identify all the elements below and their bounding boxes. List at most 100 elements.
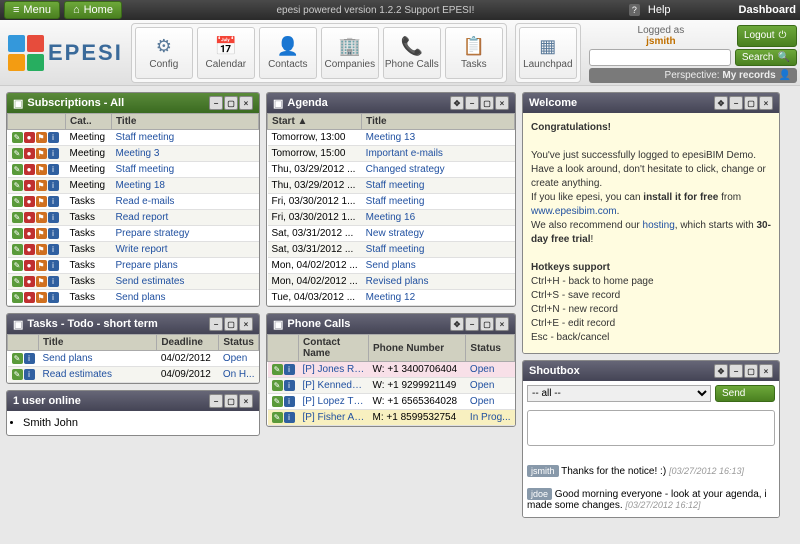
info-icon[interactable]: i	[48, 132, 59, 143]
logout-button[interactable]: Logout ⏻	[737, 25, 797, 47]
minimize-icon[interactable]: −	[209, 96, 223, 110]
delete-icon[interactable]: ●	[24, 260, 35, 271]
view-icon[interactable]: ✎	[12, 212, 23, 223]
table-row[interactable]: ✎●⚑iTasksRead report	[8, 210, 259, 226]
info-icon[interactable]: i	[48, 276, 59, 287]
table-row[interactable]: Sat, 03/31/2012 ...Staff meeting	[268, 242, 515, 258]
fullscreen-icon[interactable]: ▢	[480, 317, 494, 331]
view-icon[interactable]: ✎	[12, 196, 23, 207]
info-icon[interactable]: i	[284, 412, 295, 423]
minimize-icon[interactable]: −	[729, 96, 743, 110]
fullscreen-icon[interactable]: ▢	[224, 394, 238, 408]
table-row[interactable]: Thu, 03/29/2012 ...Staff meeting	[268, 178, 515, 194]
view-icon[interactable]: ✎	[272, 380, 283, 391]
minimize-icon[interactable]: −	[729, 364, 743, 378]
col-contact[interactable]: Contact Name	[299, 335, 369, 362]
flag-icon[interactable]: ⚑	[36, 276, 47, 287]
delete-icon[interactable]: ●	[24, 132, 35, 143]
col-category[interactable]: Cat..	[66, 114, 112, 130]
tool-phone calls[interactable]: 📞Phone Calls	[383, 27, 441, 79]
view-icon[interactable]: ✎	[272, 412, 283, 423]
view-icon[interactable]: ✎	[12, 292, 23, 303]
info-icon[interactable]: i	[48, 196, 59, 207]
close-icon[interactable]: ×	[239, 394, 253, 408]
delete-icon[interactable]: ●	[24, 148, 35, 159]
move-icon[interactable]: ✥	[450, 317, 464, 331]
table-row[interactable]: Tomorrow, 13:00Meeting 13	[268, 130, 515, 146]
shoutbox-send[interactable]: Send	[715, 385, 775, 402]
info-icon[interactable]: i	[24, 369, 35, 380]
col-phone[interactable]: Phone Number	[369, 335, 466, 362]
view-icon[interactable]: ✎	[12, 260, 23, 271]
col-title[interactable]: Title	[112, 114, 259, 130]
help-link[interactable]: Help	[648, 4, 671, 16]
fullscreen-icon[interactable]: ▢	[224, 317, 238, 331]
delete-icon[interactable]: ●	[24, 244, 35, 255]
col-start[interactable]: Start ▲	[268, 114, 362, 130]
table-row[interactable]: Tomorrow, 15:00Important e-mails	[268, 146, 515, 162]
delete-icon[interactable]: ●	[24, 180, 35, 191]
info-icon[interactable]: i	[48, 180, 59, 191]
close-icon[interactable]: ×	[759, 96, 773, 110]
info-icon[interactable]: i	[24, 353, 35, 364]
delete-icon[interactable]: ●	[24, 276, 35, 287]
view-icon[interactable]: ✎	[12, 180, 23, 191]
tool-tasks[interactable]: 📋Tasks	[445, 27, 503, 79]
table-row[interactable]: Fri, 03/30/2012 1...Meeting 16	[268, 210, 515, 226]
table-row[interactable]: Mon, 04/02/2012 ...Send plans	[268, 258, 515, 274]
view-icon[interactable]: ✎	[12, 132, 23, 143]
expand-icon[interactable]: ▣	[13, 97, 23, 110]
flag-icon[interactable]: ⚑	[36, 244, 47, 255]
view-icon[interactable]: ✎	[12, 369, 23, 380]
flag-icon[interactable]: ⚑	[36, 260, 47, 271]
col-status[interactable]: Status	[466, 335, 515, 362]
expand-icon[interactable]: ▣	[13, 318, 23, 331]
table-row[interactable]: Mon, 04/02/2012 ...Revised plans	[268, 274, 515, 290]
close-icon[interactable]: ×	[495, 317, 509, 331]
view-icon[interactable]: ✎	[272, 396, 283, 407]
close-icon[interactable]: ×	[759, 364, 773, 378]
expand-icon[interactable]: ▣	[273, 97, 283, 110]
info-icon[interactable]: i	[48, 244, 59, 255]
info-icon[interactable]: i	[284, 396, 295, 407]
menu-button[interactable]: ≡ Menu	[4, 1, 60, 19]
view-icon[interactable]: ✎	[12, 228, 23, 239]
table-row[interactable]: ✎●⚑iMeetingStaff meeting	[8, 130, 259, 146]
table-row[interactable]: ✎●⚑iTasksSend estimates	[8, 274, 259, 290]
table-row[interactable]: ✎i[P] Fisher Andr...M: +1 8599532754In P…	[268, 410, 515, 426]
table-row[interactable]: ✎●⚑iTasksRead e-mails	[8, 194, 259, 210]
col-title[interactable]: Title	[39, 335, 157, 351]
view-icon[interactable]: ✎	[12, 148, 23, 159]
tool-contacts[interactable]: 👤Contacts	[259, 27, 317, 79]
hosting-link[interactable]: hosting	[643, 220, 675, 231]
view-icon[interactable]: ✎	[12, 276, 23, 287]
fullscreen-icon[interactable]: ▢	[224, 96, 238, 110]
delete-icon[interactable]: ●	[24, 228, 35, 239]
tool-config[interactable]: ⚙Config	[135, 27, 193, 79]
table-row[interactable]: ✎●⚑iMeetingStaff meeting	[8, 162, 259, 178]
table-row[interactable]: ✎●⚑iTasksPrepare strategy	[8, 226, 259, 242]
table-row[interactable]: ✎i[P] Lopez Thom...W: +1 6565364028Open	[268, 394, 515, 410]
search-button[interactable]: Search 🔍	[735, 49, 797, 66]
delete-icon[interactable]: ●	[24, 212, 35, 223]
move-icon[interactable]: ✥	[714, 96, 728, 110]
shoutbox-input[interactable]	[527, 410, 775, 446]
minimize-icon[interactable]: −	[465, 96, 479, 110]
col-title[interactable]: Title	[362, 114, 515, 130]
epesi-link[interactable]: www.epesibim.com	[531, 206, 617, 217]
close-icon[interactable]: ×	[239, 96, 253, 110]
table-row[interactable]: Tue, 04/03/2012 ...Meeting 12	[268, 290, 515, 306]
flag-icon[interactable]: ⚑	[36, 228, 47, 239]
table-row[interactable]: ✎●⚑iMeetingMeeting 18	[8, 178, 259, 194]
fullscreen-icon[interactable]: ▢	[744, 364, 758, 378]
info-icon[interactable]: i	[284, 364, 295, 375]
info-icon[interactable]: i	[48, 148, 59, 159]
table-row[interactable]: Thu, 03/29/2012 ...Changed strategy	[268, 162, 515, 178]
delete-icon[interactable]: ●	[24, 292, 35, 303]
info-icon[interactable]: i	[284, 380, 295, 391]
launchpad-button[interactable]: ▦ Launchpad	[519, 27, 577, 79]
minimize-icon[interactable]: −	[209, 394, 223, 408]
table-row[interactable]: ✎●⚑iTasksPrepare plans	[8, 258, 259, 274]
expand-icon[interactable]: ▣	[273, 318, 283, 331]
info-icon[interactable]: i	[48, 164, 59, 175]
